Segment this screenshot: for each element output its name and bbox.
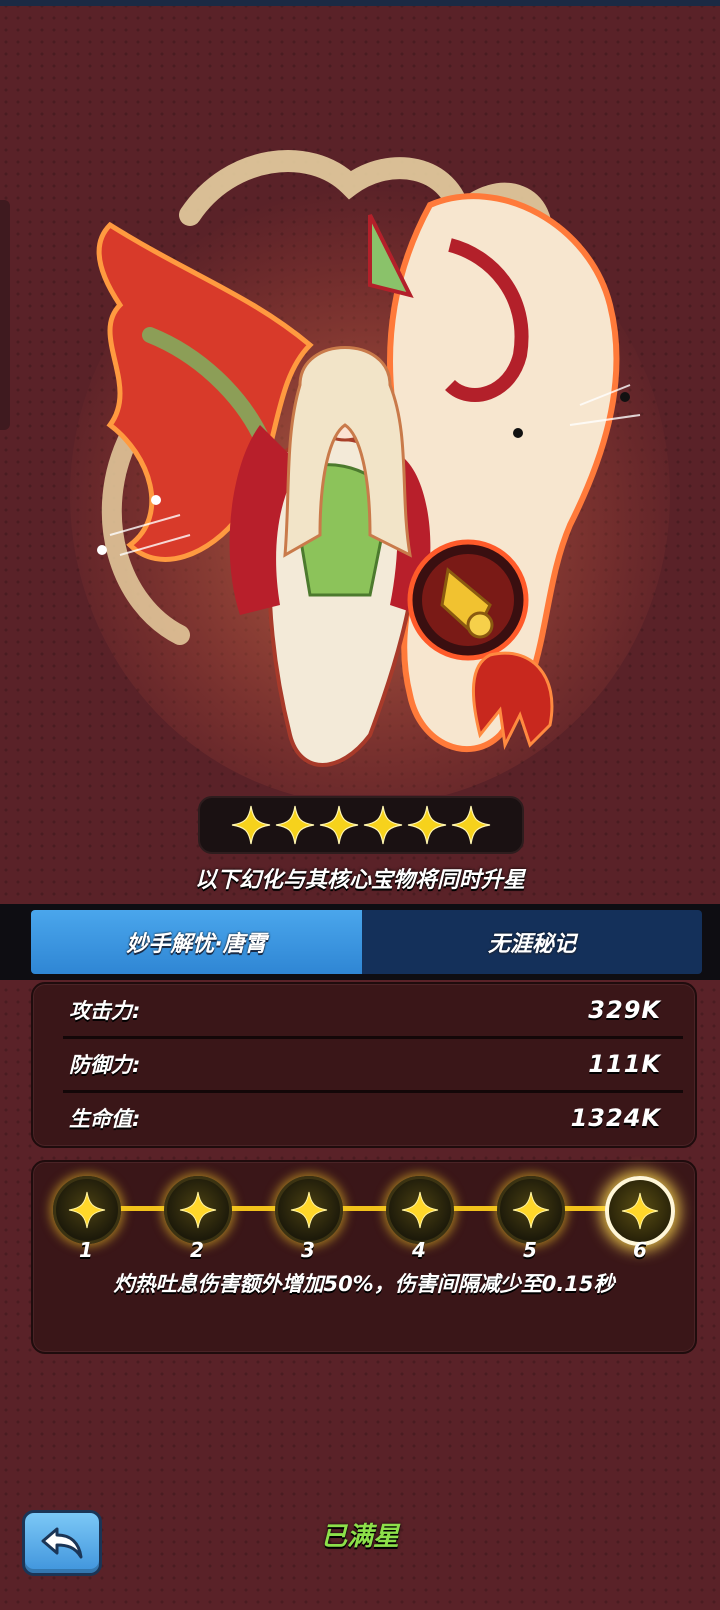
sparkle-star-icon — [179, 1191, 217, 1229]
node-label: 2 — [190, 1238, 204, 1262]
stat-row-attack: 攻击力: 329K — [63, 984, 683, 1036]
stat-value: 111K — [588, 1050, 661, 1078]
top-strip — [0, 0, 720, 6]
gold-star-icon — [275, 805, 315, 845]
star-effect-description: 灼热吐息伤害额外增加50%，伤害间隔减少至0.15秒 — [113, 1272, 615, 1296]
node-label: 4 — [412, 1238, 426, 1262]
stat-value: 329K — [588, 996, 661, 1024]
tab-treasure[interactable]: 无涯秘记 — [362, 910, 702, 974]
max-star-status: 已满星 — [320, 1522, 399, 1552]
tab-bar: 妙手解忧·唐霄 无涯秘记 — [0, 904, 720, 980]
sparkle-star-icon — [290, 1191, 328, 1229]
upgrade-notice: 以下幻化与其核心宝物将同时升星 — [194, 868, 525, 893]
gold-star-icon — [231, 805, 271, 845]
stat-label: 生命值: — [69, 1107, 141, 1131]
star-node-4[interactable] — [386, 1176, 454, 1244]
node-label: 3 — [301, 1238, 315, 1262]
node-label: 6 — [633, 1238, 647, 1262]
stat-value: 1324K — [570, 1104, 661, 1132]
sparkle-star-icon — [68, 1191, 106, 1229]
stat-row-hp: 生命值: 1324K — [63, 1092, 683, 1144]
star-node-1[interactable] — [53, 1176, 121, 1244]
stat-row-defense: 防御力: 111K — [63, 1038, 683, 1090]
stats-panel: 攻击力: 329K 防御力: 111K 生命值: 1324K — [31, 982, 697, 1148]
gold-star-icon — [319, 805, 359, 845]
star-rating — [198, 796, 524, 854]
star-node-2[interactable] — [164, 1176, 232, 1244]
gold-star-icon — [451, 805, 491, 845]
side-handle[interactable] — [0, 200, 10, 430]
sparkle-star-icon — [621, 1192, 659, 1230]
gold-star-icon — [363, 805, 403, 845]
character-illustration — [70, 150, 670, 795]
star-node-3[interactable] — [275, 1176, 343, 1244]
tab-skin[interactable]: 妙手解忧·唐霄 — [31, 910, 362, 974]
star-node-5[interactable] — [497, 1176, 565, 1244]
stat-label: 攻击力: — [69, 999, 141, 1023]
star-node-6[interactable] — [605, 1176, 675, 1246]
stat-label: 防御力: — [69, 1053, 141, 1077]
gold-star-icon — [407, 805, 447, 845]
node-label: 5 — [523, 1238, 537, 1262]
node-label: 1 — [79, 1238, 93, 1262]
sparkle-star-icon — [401, 1191, 439, 1229]
sparkle-star-icon — [512, 1191, 550, 1229]
star-track-panel: 1 2 3 4 5 6 灼热吐息伤害额外增加50%，伤害间隔减少至0.15秒 — [31, 1160, 697, 1354]
